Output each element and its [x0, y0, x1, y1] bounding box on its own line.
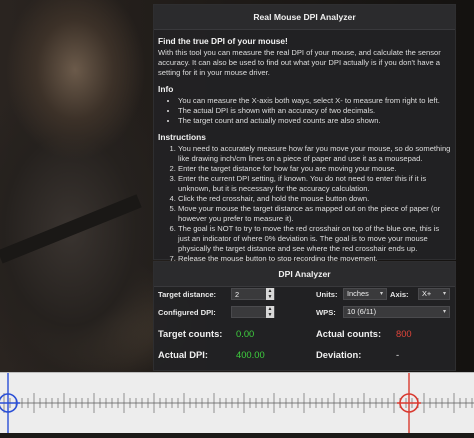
- target-counts-value: 0.00: [236, 328, 255, 339]
- actual-counts-label: Actual counts:: [316, 328, 382, 339]
- info-item: You can measure the X-axis both ways, se…: [178, 96, 451, 106]
- instruction-item: Enter the target distance for how far yo…: [178, 164, 451, 174]
- stepper-down-icon[interactable]: ▼: [266, 294, 274, 300]
- actual-dpi-value: 400.00: [236, 349, 265, 360]
- info-item: The actual DPI is shown with an accuracy…: [178, 106, 451, 116]
- instruction-item: Move your mouse the target distance as m…: [178, 204, 451, 224]
- instructions-heading: Instructions: [158, 132, 206, 142]
- background-rifle-shape: [0, 194, 142, 264]
- target-counts-label: Target counts:: [158, 328, 223, 339]
- intro-heading: Find the true DPI of your mouse!: [158, 36, 288, 46]
- instruction-item: The goal is NOT to try to move the red c…: [178, 224, 451, 254]
- axis-select[interactable]: X+ ▾: [418, 288, 450, 300]
- chevron-down-icon: ▾: [379, 291, 383, 297]
- wps-select[interactable]: 10 (6/11) ▾: [343, 306, 450, 318]
- wps-label: WPS:: [316, 308, 336, 317]
- stepper-down-icon[interactable]: ▼: [266, 312, 274, 318]
- instruction-item: Enter the current DPI setting, if known.…: [178, 174, 451, 194]
- actual-dpi-label: Actual DPI:: [158, 349, 209, 360]
- chevron-down-icon: ▾: [442, 291, 446, 297]
- info-panel-title: Real Mouse DPI Analyzer: [154, 5, 455, 30]
- info-item: The target count and actually moved coun…: [178, 116, 451, 126]
- axis-selected-value: X+: [422, 289, 432, 298]
- intro-text: With this tool you can measure the real …: [158, 48, 441, 77]
- ruler-ticks: [0, 373, 474, 433]
- info-heading: Info: [158, 84, 174, 94]
- configured-dpi-stepper[interactable]: ▲ ▼: [266, 306, 274, 318]
- target-distance-label: Target distance:: [158, 290, 217, 299]
- measurement-ruler[interactable]: [0, 372, 474, 433]
- analyzer-title: DPI Analyzer: [154, 262, 455, 287]
- instruction-item: You need to accurately measure how far y…: [178, 144, 451, 164]
- target-distance-stepper[interactable]: ▲ ▼: [266, 288, 274, 300]
- axis-label: Axis:: [390, 290, 409, 299]
- dpi-analyzer-panel: DPI Analyzer Target distance: 2 ▲ ▼ Conf…: [153, 261, 456, 371]
- units-select[interactable]: Inches ▾: [343, 288, 387, 300]
- info-list: You can measure the X-axis both ways, se…: [158, 96, 451, 126]
- crosshair-red-icon[interactable]: [397, 373, 421, 433]
- instructions-list: You need to accurately measure how far y…: [158, 144, 451, 264]
- crosshair-blue-icon: [0, 373, 20, 433]
- info-panel: Real Mouse DPI Analyzer Find the true DP…: [153, 4, 456, 263]
- chevron-down-icon: ▾: [442, 309, 446, 315]
- info-panel-body: Find the true DPI of your mouse! With th…: [154, 30, 455, 264]
- units-selected-value: Inches: [347, 289, 369, 298]
- deviation-label: Deviation:: [316, 349, 362, 360]
- configured-dpi-label: Configured DPI:: [158, 308, 216, 317]
- deviation-value: -: [396, 349, 400, 360]
- actual-counts-value: 800: [396, 328, 412, 339]
- units-label: Units:: [316, 290, 338, 299]
- instruction-item: Click the red crosshair, and hold the mo…: [178, 194, 451, 204]
- wps-selected-value: 10 (6/11): [347, 307, 377, 316]
